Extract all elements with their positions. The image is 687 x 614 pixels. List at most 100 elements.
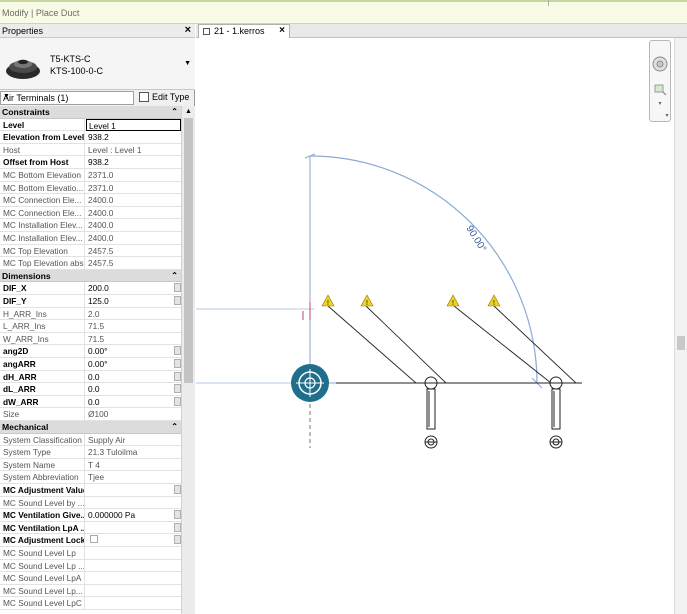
property-value[interactable]: 938.2 <box>86 156 181 168</box>
associate-parameter-button[interactable] <box>174 296 181 305</box>
scrollbar-thumb[interactable] <box>184 118 193 383</box>
air-terminal-unit[interactable] <box>549 376 563 449</box>
property-row[interactable]: DIF_Y 125.0 <box>0 295 181 308</box>
property-row[interactable]: DIF_X 200.0 <box>0 282 181 295</box>
collapse-icon[interactable]: ⌃ <box>171 106 178 118</box>
property-row[interactable]: W_ARR_Ins 71.5 <box>0 332 181 346</box>
property-row[interactable]: Elevation from Level 938.2 <box>0 131 181 144</box>
property-value[interactable]: 0.00° <box>86 358 181 370</box>
associate-parameter-button[interactable] <box>174 283 181 293</box>
tab-floor-plan[interactable]: 21 - 1.kerros × <box>198 24 290 38</box>
property-row[interactable]: ang2D 0.00° <box>0 345 181 358</box>
property-value[interactable]: 200.0 <box>86 282 181 294</box>
property-row[interactable]: MC Bottom Elevatio... 2371.0 <box>0 181 181 195</box>
property-row[interactable]: MC Bottom Elevation 2371.0 <box>0 169 181 182</box>
type-selector[interactable]: T5-KTS-C KTS-100-0-C ▼ <box>0 38 195 90</box>
close-icon[interactable]: × <box>279 25 285 36</box>
property-row[interactable]: Host Level : Level 1 <box>0 143 181 157</box>
property-row[interactable]: MC Top Elevation abs 2457.5 <box>0 257 181 270</box>
close-icon[interactable]: × <box>185 24 191 36</box>
property-row[interactable]: MC Sound Level LpA <box>0 572 181 585</box>
associate-parameter-button[interactable] <box>174 535 181 545</box>
property-value[interactable]: 0.00° <box>86 345 181 357</box>
property-value: Supply Air <box>88 434 126 445</box>
warning-icon[interactable]: ! <box>487 294 501 307</box>
property-row[interactable]: MC Top Elevation 2457.5 <box>0 244 181 258</box>
property-row[interactable]: MC Ventilation Give... 0.000000 Pa <box>0 509 181 522</box>
adjustment-lock-checkbox[interactable] <box>90 535 98 544</box>
collapse-icon[interactable]: ⌃ <box>171 270 178 282</box>
associate-parameter-button[interactable] <box>174 485 181 494</box>
mode-bar-tick <box>548 0 549 6</box>
associate-parameter-button[interactable] <box>174 346 181 356</box>
property-row[interactable]: MC Sound Level Lp ... <box>0 559 181 573</box>
collapse-icon[interactable]: ⌃ <box>171 421 178 433</box>
property-row[interactable]: MC Sound Level LpC <box>0 597 181 610</box>
property-row[interactable]: System Name T 4 <box>0 458 181 472</box>
associate-parameter-button[interactable] <box>174 396 181 406</box>
scroll-up-icon[interactable]: ▲ <box>185 108 192 115</box>
property-value[interactable]: 0.0 <box>86 371 181 383</box>
property-row[interactable]: MC Installation Elev... 2400.0 <box>0 232 181 245</box>
floor-plan-icon <box>203 28 210 35</box>
property-row[interactable]: MC Connection Ele... 2400.0 <box>0 206 181 220</box>
instance-filter-select[interactable]: Air Terminals (1) ▼ <box>0 91 134 105</box>
group-header-dimensions[interactable]: Dimensions ⌃ <box>0 269 181 283</box>
property-row[interactable]: MC Adjustment Lock <box>0 534 181 547</box>
property-row[interactable]: dW_ARR 0.0 <box>0 395 181 409</box>
edit-type-button[interactable]: Edit Type <box>139 91 195 105</box>
scrollbar-thumb[interactable] <box>677 336 685 350</box>
property-row[interactable]: System Classification Supply Air <box>0 433 181 447</box>
property-row[interactable]: MC Connection Ele... 2400.0 <box>0 194 181 207</box>
properties-scrollbar[interactable]: ▲ <box>181 106 195 614</box>
property-value[interactable] <box>86 522 181 534</box>
warning-icon[interactable]: ! <box>321 294 335 307</box>
property-row[interactable]: MC Installation Elev... 2400.0 <box>0 219 181 232</box>
angle-dimension-label[interactable]: 90.00° <box>463 224 488 254</box>
property-row[interactable]: MC Adjustment Value <box>0 484 181 497</box>
chevron-down-icon[interactable]: ▼ <box>184 60 191 67</box>
property-value[interactable]: Level 1 <box>86 118 181 131</box>
property-value: Tjee <box>88 472 105 483</box>
associate-parameter-button[interactable] <box>174 510 181 520</box>
associate-parameter-button[interactable] <box>174 384 181 394</box>
property-row[interactable]: Offset from Host 938.2 <box>0 156 181 169</box>
warning-icon[interactable]: ! <box>446 294 460 307</box>
customize-icon[interactable]: ▾ <box>665 113 668 119</box>
property-value[interactable]: 938.2 <box>86 131 181 143</box>
property-value[interactable] <box>86 534 181 546</box>
group-header-mechanical[interactable]: Mechanical ⌃ <box>0 421 181 434</box>
air-terminal-unit[interactable] <box>424 376 438 449</box>
zoom-menu-icon[interactable]: ▾ <box>658 101 661 107</box>
associate-parameter-button[interactable] <box>174 359 181 368</box>
property-row[interactable]: dL_ARR 0.0 <box>0 383 181 396</box>
property-value[interactable]: 0.000000 Pa <box>86 509 181 521</box>
property-value: T 4 <box>88 459 100 470</box>
property-value[interactable]: 0.0 <box>86 383 181 395</box>
properties-header: Properties × <box>0 24 195 38</box>
property-row[interactable]: MC Ventilation LpA ... <box>0 521 181 535</box>
group-header-constraints[interactable]: Constraints ⌃ <box>0 106 181 119</box>
property-value[interactable] <box>86 484 181 496</box>
property-value[interactable]: 125.0 <box>86 295 181 307</box>
drawing-canvas[interactable]: 90.00° ! ! ! ! <box>196 38 687 614</box>
edit-type-label: Edit Type <box>152 92 190 102</box>
property-name: System Name <box>0 458 85 471</box>
property-row[interactable]: dH_ARR 0.0 <box>0 370 181 384</box>
property-row[interactable]: MC Sound Level by ... <box>0 496 181 510</box>
zoom-icon[interactable] <box>654 84 664 93</box>
property-row[interactable]: System Type 21.3 Tuloilma <box>0 446 181 459</box>
associate-parameter-button[interactable] <box>174 371 181 381</box>
property-value[interactable]: 0.0 <box>86 396 181 408</box>
warning-icon[interactable]: ! <box>360 294 374 307</box>
property-row[interactable]: Level Level 1 <box>0 118 181 132</box>
property-row[interactable]: Size Ø100 <box>0 408 181 421</box>
property-row[interactable]: MC Sound Level Lp... <box>0 584 181 598</box>
property-row[interactable]: L_ARR_Ins 71.5 <box>0 320 181 333</box>
view-scrollbar[interactable] <box>674 38 687 614</box>
property-row[interactable]: System Abbreviation Tjee <box>0 471 181 484</box>
associate-parameter-button[interactable] <box>174 522 181 532</box>
property-row[interactable]: angARR 0.00° <box>0 358 181 371</box>
property-row[interactable]: MC Sound Level Lp <box>0 547 181 560</box>
property-row[interactable]: H_ARR_Ins 2.0 <box>0 307 181 321</box>
